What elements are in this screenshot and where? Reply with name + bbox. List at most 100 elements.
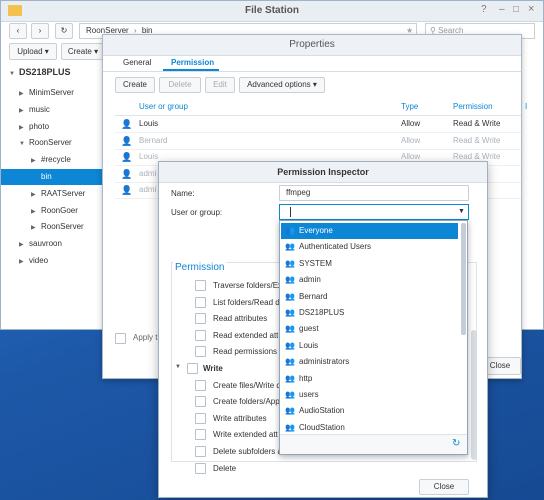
dropdown-item-label: DS218PLUS [299,308,345,317]
create-button[interactable]: Create ▾ [61,43,105,60]
permission-checkbox[interactable] [187,363,198,374]
tree-item[interactable]: ▼ RoonServer [1,135,103,151]
caret-right-icon[interactable]: ▶ [31,204,41,220]
delete-button[interactable]: Delete [159,77,201,93]
refresh-icon: ↻ [60,26,68,35]
dropdown-item[interactable]: 👥 DS218PLUS [281,305,458,321]
dropdown-item[interactable]: 👥 users [281,387,458,403]
apply-label: Apply t [133,333,158,342]
dropdown-item[interactable]: 👥 Louis [281,338,458,354]
dropdown-item[interactable]: 👥 administrators [281,354,458,370]
advanced-options-button[interactable]: Advanced options ▾ [239,77,325,93]
dropdown-item[interactable]: 👥 guest [281,321,458,337]
column-type[interactable]: Type [401,99,418,115]
caret-right-icon[interactable]: ▶ [19,120,29,136]
caret-down-icon[interactable]: ▼ [19,136,29,152]
tab-general[interactable]: General [123,58,151,67]
dropdown-item[interactable]: 👥 AudioStation [281,403,458,419]
caret-right-icon[interactable]: ▶ [31,220,41,236]
permission-checkbox[interactable] [195,462,206,474]
permission-checkbox[interactable] [195,296,206,308]
permission-checkbox[interactable] [195,429,206,441]
close-button[interactable]: Close [419,479,469,495]
tree-item[interactable]: ▶ #recycle [1,152,103,168]
caret-right-icon[interactable]: ▶ [19,254,29,270]
dropdown-item[interactable]: 👥 Authenticated Users [281,239,458,255]
permission-label: Delete subfolders a [213,447,282,456]
permission-checkbox[interactable] [195,412,206,424]
dropdown-item-label: Bernard [299,291,328,301]
maximize-icon[interactable]: □ [513,4,519,15]
caret-down-icon: ▼ [458,208,465,215]
tree-item[interactable]: ▶ MinimServer [1,85,103,101]
permission-checkbox[interactable] [195,446,206,457]
tree-item[interactable]: ▶ music [1,102,103,118]
tab-permission[interactable]: Permission [171,58,214,67]
caret-right-icon[interactable]: ▶ [31,153,41,169]
edit-button[interactable]: Edit [205,77,235,93]
apply-checkbox[interactable] [115,333,126,344]
permission-checkbox[interactable] [195,329,206,341]
file-station-titlebar: File Station ? – □ × [1,1,543,22]
row-user: Louis [139,152,159,161]
name-field[interactable]: ffmpeg [279,185,469,201]
dropdown-item-label: admin [299,275,321,285]
permission-checkbox[interactable] [195,280,206,291]
tree-root-label: DS218PLUS [19,67,71,77]
minimize-icon[interactable]: – [499,4,505,15]
refresh-icon[interactable]: ↻ [452,438,460,449]
tree-item[interactable]: ▶ sauvroon [1,236,103,252]
dropdown-item[interactable]: 👥 Everyone [281,223,458,239]
tree-item[interactable]: ▶ RAATServer [1,186,103,202]
tree-item-label: music [29,104,50,114]
create-label: Create [67,47,92,56]
permission-label: Traverse folders/Ex [213,281,283,290]
caret-right-icon[interactable]: ▶ [19,103,29,119]
caret-right-icon[interactable]: ▶ [31,187,41,203]
dropdown-item[interactable]: 👥 admin [281,272,458,288]
back-button[interactable]: ‹ [9,23,27,39]
table-row[interactable]: 👤 Louis Allow Read & Write [115,116,521,133]
user-group-icon: 👥 [285,324,295,334]
user-or-group-select[interactable]: ▼ [279,204,469,220]
folder-tree: ▼ DS218PLUS ▶ MinimServer ▶ music ▶ photo ▼ Roon… [1,65,103,329]
column-permission[interactable]: Permission [453,99,493,115]
forward-button[interactable]: › [31,23,49,39]
dropdown-scrollbar[interactable] [461,223,466,335]
user-group-dropdown: 👥 Everyone 👥 Authenticated Users 👥 SYSTEM 👥 adm… [279,220,468,455]
upload-button[interactable]: Upload ▾ [9,43,57,60]
caret-down-icon[interactable]: ▼ [175,364,181,370]
tree-item[interactable]: ▶ RoonGoer [1,203,103,219]
refresh-button[interactable]: ↻ [55,23,73,39]
user-group-icon: 👥 [285,258,295,268]
create-button[interactable]: Create [115,77,155,93]
permission-checkbox[interactable] [195,313,206,325]
column-user[interactable]: User or group [139,99,188,115]
tree-item[interactable]: ▶ RoonServer [1,219,103,235]
tree-item[interactable]: ▶ photo [1,119,103,135]
dropdown-item[interactable]: 👥 http [281,371,458,387]
permission-label: Write [203,364,223,373]
row-user: admi [139,185,157,194]
tree-item[interactable]: ▶ video [1,253,103,269]
scrollbar[interactable] [471,330,477,460]
dropdown-item[interactable]: 👥 SYSTEM [281,256,458,272]
tree-item-label: MinimServer [29,88,74,97]
permission-checkbox[interactable] [195,346,206,358]
table-row[interactable]: 👤 Bernard Allow Read & Write [115,133,521,150]
tree-item[interactable]: bin [1,169,103,185]
caret-right-icon[interactable]: ▶ [19,237,29,253]
help-icon[interactable]: ? [481,4,487,15]
tree-item-label: RAATServer [41,188,86,198]
permission-checkbox[interactable] [195,396,206,408]
dropdown-item[interactable]: 👥 Bernard [281,289,458,305]
permission-checkbox[interactable] [195,379,206,391]
caret-right-icon[interactable]: ▶ [19,86,29,102]
caret-down-icon: ▼ [9,71,15,77]
caret-down-icon: ▾ [44,47,49,56]
tree-item-label: bin [41,172,52,181]
close-icon[interactable]: × [528,3,534,15]
name-label: Name: [171,189,195,198]
tree-root[interactable]: ▼ DS218PLUS [9,67,71,77]
column-extra[interactable]: I [525,99,527,115]
